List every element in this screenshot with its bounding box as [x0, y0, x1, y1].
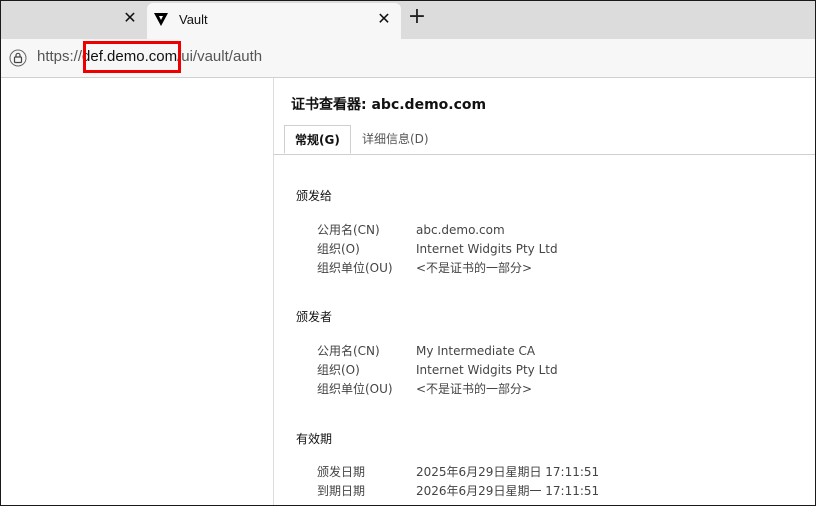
- field-value: Internet Widgits Pty Ltd: [416, 242, 558, 256]
- section-heading-issued-by: 颁发者: [296, 310, 333, 324]
- field-row: 组织单位(OU) <不是证书的一部分>: [317, 259, 532, 276]
- field-key: 公用名(CN): [317, 344, 380, 358]
- url-path: /ui/vault/auth: [177, 48, 263, 65]
- field-row: 到期日期 2026年6月29日星期一 17:11:51: [317, 482, 599, 499]
- certificate-viewer: 证书查看器: abc.demo.com 常规(G) 详细信息(D) 颁发给 公用…: [273, 78, 815, 505]
- page-content: [1, 78, 273, 505]
- close-icon[interactable]: ✕: [121, 9, 139, 27]
- viewer-title: 证书查看器: abc.demo.com: [291, 97, 487, 113]
- lock-icon[interactable]: [9, 49, 27, 67]
- field-value: My Intermediate CA: [416, 344, 536, 358]
- tab-previous[interactable]: ✕: [1, 1, 147, 39]
- tab-title: Vault: [179, 12, 208, 27]
- section-heading-issued-to: 颁发给: [296, 189, 333, 203]
- field-row: 组织(O) Internet Widgits Pty Ltd: [317, 361, 558, 378]
- field-row: 组织单位(OU) <不是证书的一部分>: [317, 380, 532, 397]
- field-value: 2026年6月29日星期一 17:11:51: [416, 484, 600, 498]
- section-heading-validity: 有效期: [296, 432, 333, 446]
- field-key: 组织(O): [317, 363, 360, 377]
- field-key: 颁发日期: [317, 465, 366, 479]
- field-value: 2025年6月29日星期日 17:11:51: [416, 465, 600, 479]
- tab-vault[interactable]: Vault ✕: [147, 3, 401, 39]
- field-row: 组织(O) Internet Widgits Pty Ltd: [317, 240, 558, 257]
- url-scheme: https://: [37, 48, 83, 65]
- close-icon[interactable]: ✕: [375, 10, 393, 28]
- field-value: <不是证书的一部分>: [416, 261, 533, 275]
- browser-window: ✕ Vault ✕ + https://def.demo.com/ui/vaul…: [0, 0, 816, 506]
- tab-details[interactable]: 详细信息(D): [352, 125, 439, 153]
- address-bar[interactable]: https://def.demo.com/ui/vault/auth: [1, 39, 815, 78]
- vault-logo-icon: [154, 13, 168, 26]
- tab-general[interactable]: 常规(G): [284, 125, 351, 154]
- new-tab-button[interactable]: +: [405, 5, 429, 29]
- field-row: 颁发日期 2025年6月29日星期日 17:11:51: [317, 463, 599, 480]
- field-key: 组织(O): [317, 242, 360, 256]
- field-value: abc.demo.com: [416, 223, 505, 237]
- field-row: 公用名(CN) abc.demo.com: [317, 221, 505, 238]
- field-key: 公用名(CN): [317, 223, 380, 237]
- field-value: <不是证书的一部分>: [416, 382, 533, 396]
- field-value: Internet Widgits Pty Ltd: [416, 363, 558, 377]
- field-key: 组织单位(OU): [317, 382, 393, 396]
- field-key: 组织单位(OU): [317, 261, 393, 275]
- tab-strip: ✕ Vault ✕ +: [1, 1, 815, 39]
- field-key: 到期日期: [317, 484, 366, 498]
- viewer-tabs: 常规(G) 详细信息(D): [274, 125, 815, 155]
- field-row: 公用名(CN) My Intermediate CA: [317, 342, 535, 359]
- host-highlight-box: [83, 41, 181, 73]
